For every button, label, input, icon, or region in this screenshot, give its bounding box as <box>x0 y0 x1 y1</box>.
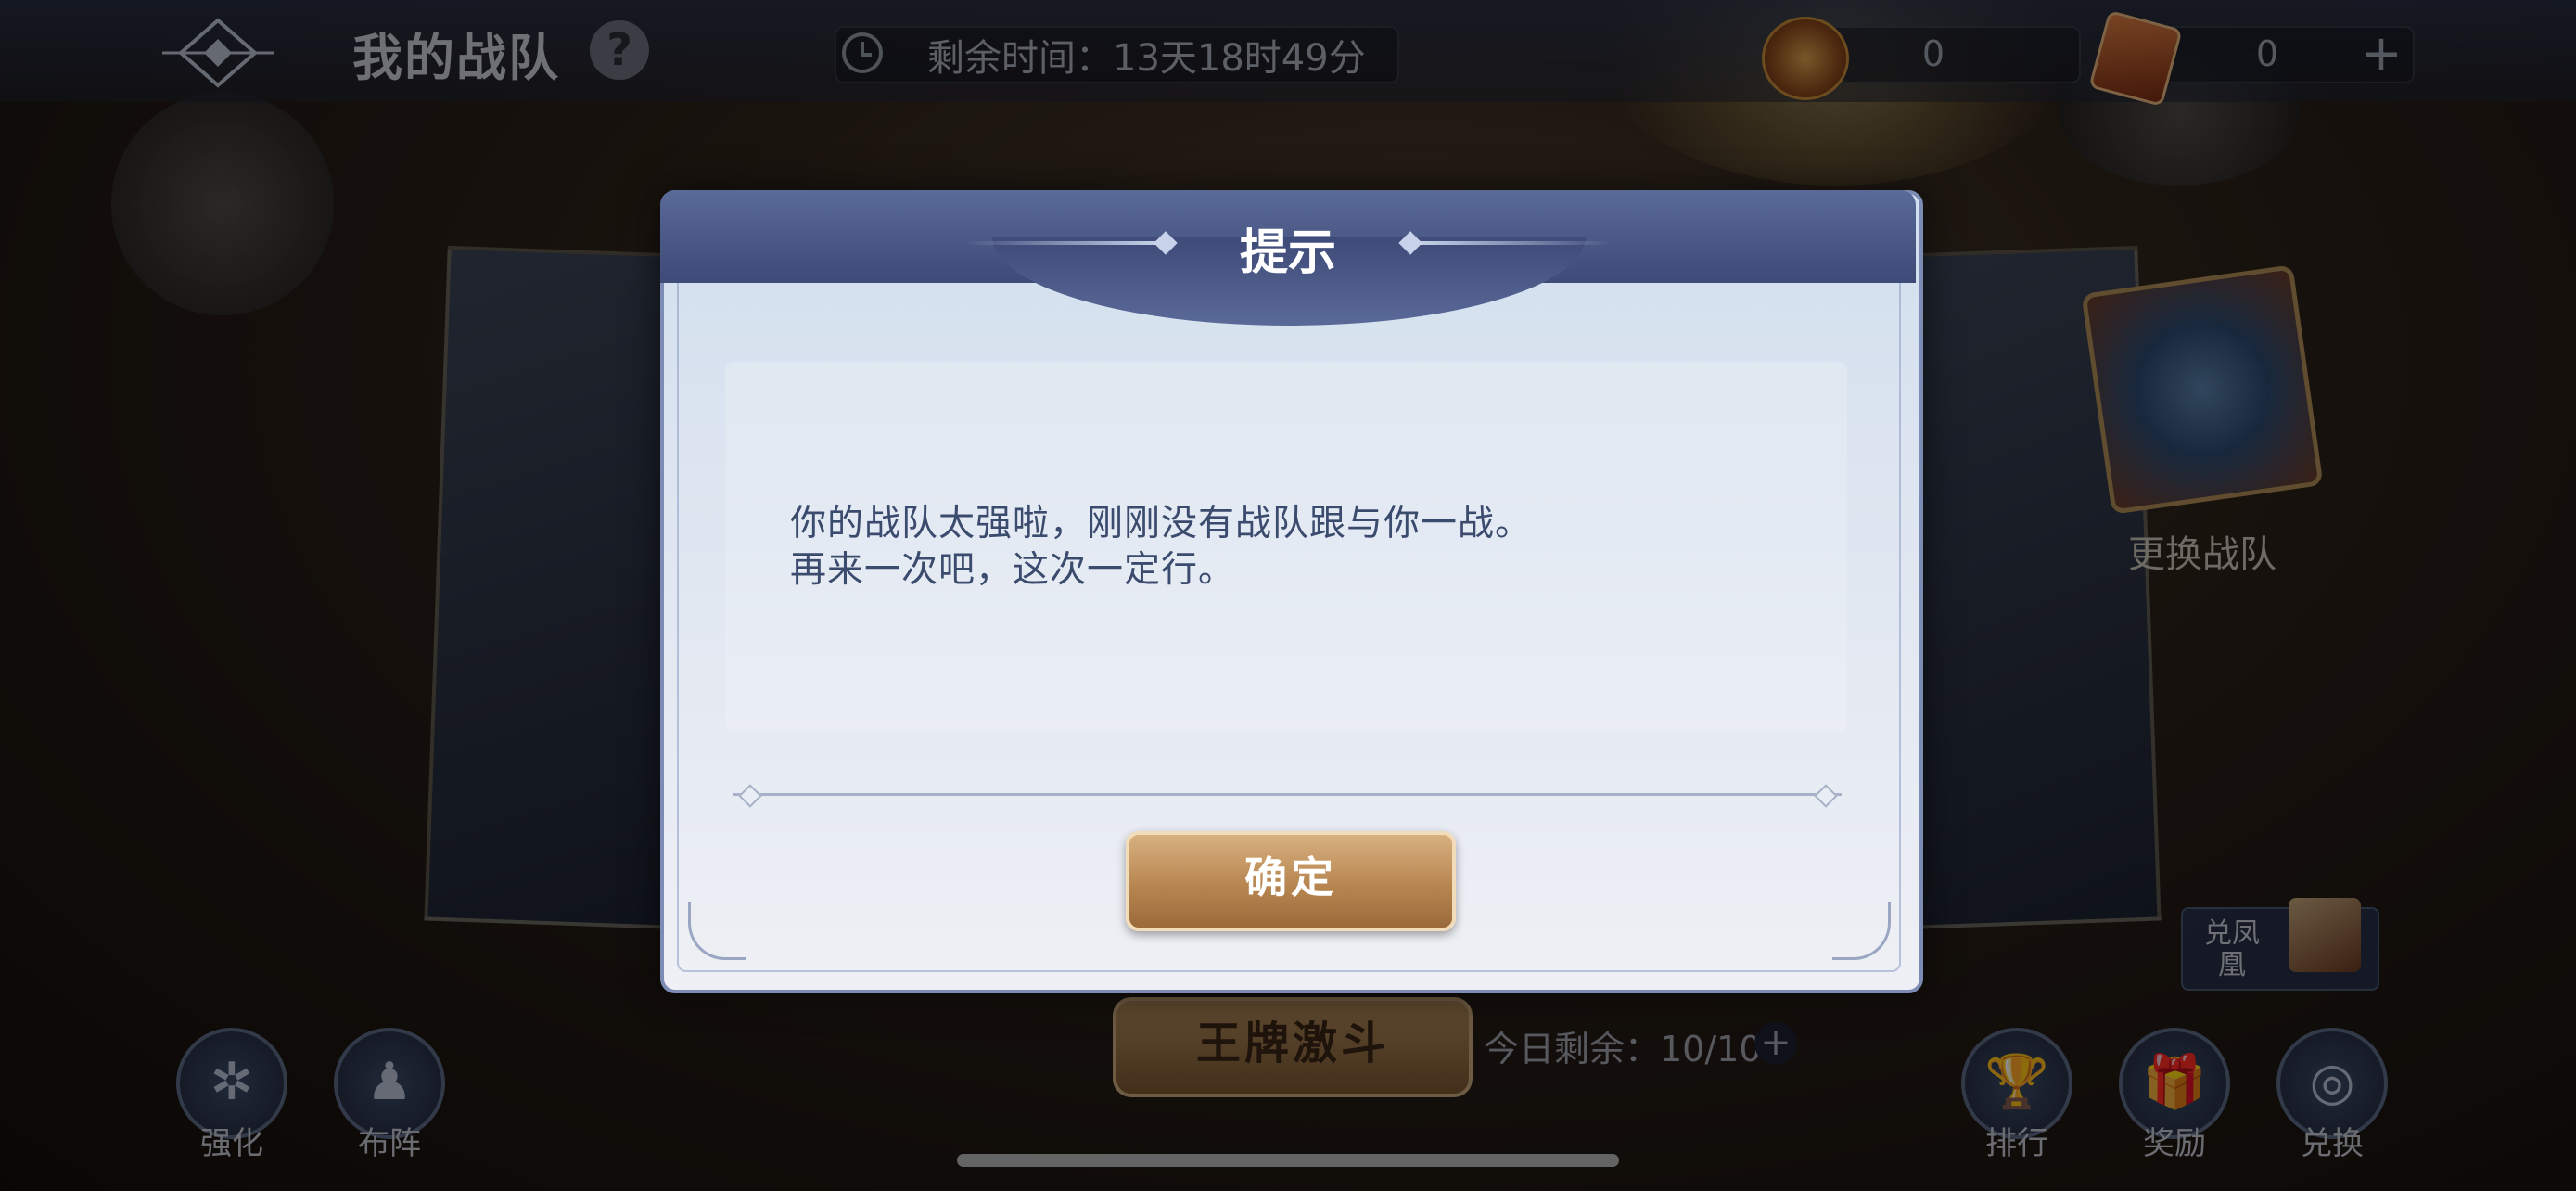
header-ornament-right <box>1417 241 1612 245</box>
confirm-button[interactable]: 确定 <box>1126 831 1456 931</box>
dialog-title: 提示 <box>1239 224 1336 281</box>
dialog-message-line-2: 再来一次吧，这次一定行。 <box>790 549 1236 591</box>
header-ornament-left <box>964 241 1159 245</box>
dialog-message-line-1: 你的战队太强啦，刚刚没有战队跟与你一战。 <box>790 503 1533 544</box>
dialog-divider <box>733 793 1842 796</box>
